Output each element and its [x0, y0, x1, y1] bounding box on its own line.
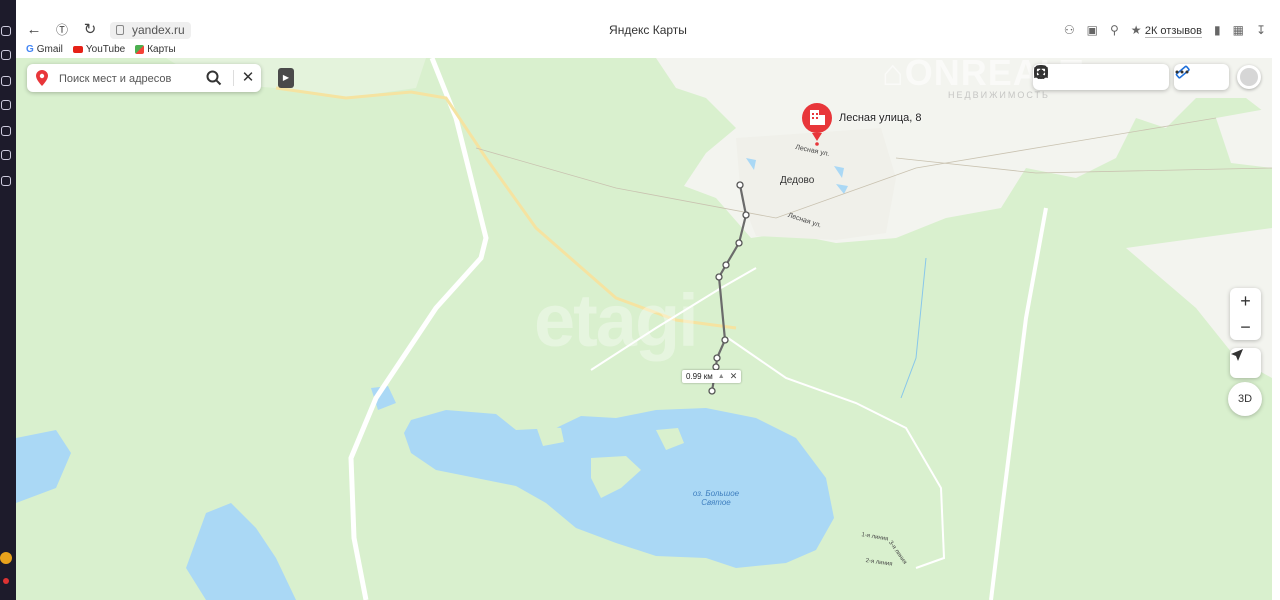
lake-label: оз. Большое Святое: [692, 489, 740, 507]
collapse-panel-button[interactable]: ▶: [278, 68, 294, 88]
calculator-icon[interactable]: [1, 150, 11, 160]
location-pin-icon[interactable]: ⚲: [1110, 23, 1119, 37]
gallery-icon[interactable]: [1, 176, 11, 186]
close-ruler-icon[interactable]: ✕: [730, 370, 738, 383]
field-area: [1216, 108, 1272, 168]
bus-icon[interactable]: [1035, 64, 1141, 90]
user-avatar[interactable]: [1237, 65, 1261, 89]
marker-label[interactable]: Лесная улица, 8: [839, 112, 922, 124]
browser-toolbar: ← Ⓣ ↻ yandex.ru Яндекс Карты ⚇ ▣ ⚲ ★ 2К …: [16, 0, 1280, 59]
bookmark-gmail[interactable]: G Gmail: [26, 44, 63, 55]
bookmarks-bar: G Gmail YouTube Карты: [26, 44, 176, 55]
address-bar[interactable]: yandex.ru: [110, 22, 191, 39]
reader-icon[interactable]: ▣: [1087, 23, 1098, 37]
distance-label: 0.99 км ▲ ✕: [682, 370, 742, 383]
reload-button[interactable]: ↻: [80, 20, 100, 40]
youtube-icon: [72, 46, 83, 53]
map-canvas[interactable]: etagi ⌂ONREALT НЕДВИЖИМОСТЬ Лесная улица…: [16, 58, 1272, 600]
back-button[interactable]: ←: [24, 20, 44, 40]
maps-icon: [135, 45, 145, 54]
stream: [900, 257, 927, 399]
avatar-icon: [1240, 68, 1258, 86]
zoom-control: + −: [1230, 288, 1261, 340]
distance-value: 0.99 км: [686, 372, 713, 381]
translate-icon[interactable]: ⚇: [1064, 23, 1075, 37]
yandex-logo-icon[interactable]: Ⓣ: [52, 20, 72, 40]
layers-toolbar: [1033, 64, 1169, 90]
bookmark-icon[interactable]: ▮: [1214, 23, 1221, 37]
village-label: Дедово: [780, 175, 815, 186]
search-box: ✕: [27, 64, 261, 92]
locate-button[interactable]: [1230, 348, 1261, 378]
more-icon[interactable]: [1175, 64, 1228, 90]
water-area: [16, 430, 71, 503]
badge-icon: [3, 578, 9, 584]
play-icon[interactable]: [1, 126, 11, 136]
os-sidebar: [0, 0, 16, 600]
search-icon[interactable]: [205, 69, 223, 87]
zoom-out-button[interactable]: −: [1230, 314, 1261, 340]
route-vertices[interactable]: [708, 181, 750, 395]
extensions-icon[interactable]: [1, 100, 11, 110]
sidebar-toggle-icon[interactable]: ▦: [1233, 23, 1244, 37]
app-icon[interactable]: [0, 552, 12, 564]
bookmark-maps[interactable]: Карты: [135, 44, 176, 55]
close-icon[interactable]: ✕: [239, 68, 257, 88]
road-main: [348, 58, 489, 600]
search-input[interactable]: [57, 69, 201, 89]
history-icon[interactable]: [1, 50, 11, 60]
water-area: [186, 503, 296, 600]
reviews-count: 2К отзывов: [1144, 25, 1202, 38]
location-arrow-icon: [1231, 349, 1243, 361]
zoom-in-button[interactable]: +: [1230, 288, 1261, 314]
camera-icon[interactable]: [1034, 64, 1114, 90]
gmail-icon: G: [26, 44, 34, 55]
3d-button[interactable]: 3D: [1228, 382, 1262, 416]
divider: [233, 70, 234, 86]
reviews-link[interactable]: ★ 2К отзывов: [1131, 23, 1202, 38]
onrealt-watermark-sub: НЕДВИЖИМОСТЬ: [948, 90, 1050, 100]
star-icon[interactable]: [1, 76, 11, 86]
map-pin-icon: [36, 70, 48, 86]
panorama-icon[interactable]: [1034, 64, 1087, 90]
traffic-icon[interactable]: [1035, 64, 1168, 90]
bookmark-youtube[interactable]: YouTube: [72, 44, 125, 55]
url-text: yandex.ru: [132, 23, 185, 37]
toolbar-actions: ⚇ ▣ ⚲ ★ 2К отзывов ▮ ▦ ↧: [1064, 20, 1266, 40]
etagi-watermark: etagi: [534, 279, 699, 362]
road-east: [989, 207, 1048, 600]
notification-icon[interactable]: [1, 26, 11, 36]
tools-toolbar: [1174, 64, 1229, 90]
delete-point-icon[interactable]: ▲: [718, 370, 725, 383]
window-edge: [1272, 58, 1280, 600]
download-icon[interactable]: ↧: [1256, 23, 1266, 37]
lock-icon: [116, 25, 124, 35]
